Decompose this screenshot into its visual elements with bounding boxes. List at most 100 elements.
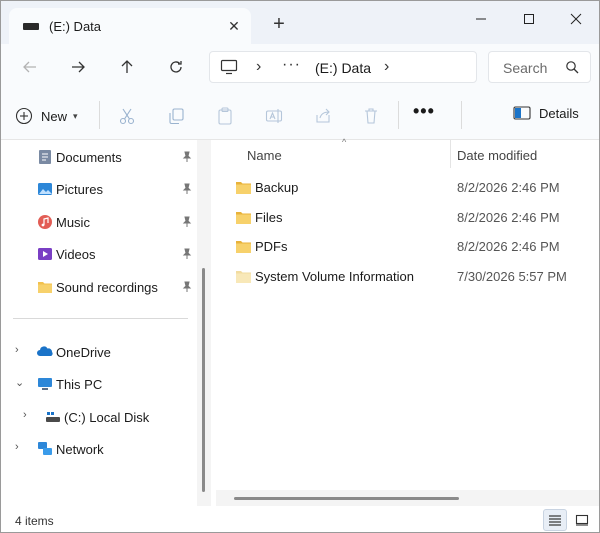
close-window-button[interactable] [556, 5, 596, 33]
tiles-view-icon [575, 514, 589, 526]
search-input[interactable]: Search [503, 60, 551, 76]
column-header-date-modified[interactable]: Date modified [457, 148, 537, 163]
tiles-view-button[interactable] [570, 509, 594, 531]
close-icon [570, 13, 582, 25]
tab-close-button[interactable]: ✕ [224, 16, 244, 36]
nav-scrollbar[interactable] [197, 140, 211, 506]
nav-item-onedrive[interactable]: › OneDrive [1, 337, 196, 367]
paste-button[interactable] [214, 105, 236, 127]
details-pane-icon [513, 106, 531, 120]
back-button[interactable] [15, 52, 45, 82]
pin-icon[interactable] [181, 248, 193, 260]
pin-icon[interactable] [181, 151, 193, 163]
nav-item-label: This PC [56, 377, 103, 392]
cut-button[interactable] [116, 105, 138, 127]
up-button[interactable] [112, 52, 142, 82]
breadcrumb-chevron-icon[interactable]: › [384, 58, 389, 76]
nav-item-label: Sound recordings [56, 280, 158, 295]
new-tab-button[interactable]: + [269, 14, 289, 35]
nav-item-music[interactable]: Music [1, 207, 196, 237]
folder-icon [236, 182, 251, 194]
navigation-bar: › ··· (E:) Data › Search [1, 44, 599, 90]
file-row[interactable]: System Volume Information 7/30/2026 5:57… [216, 261, 599, 291]
command-separator [398, 101, 399, 129]
nav-item-sound-recordings[interactable]: Sound recordings [1, 272, 196, 302]
nav-item-label: Pictures [56, 182, 103, 197]
file-row[interactable]: Files 8/2/2026 2:46 PM [216, 202, 599, 232]
nav-item-network[interactable]: › Network [1, 434, 196, 464]
chevron-right-icon[interactable]: › [15, 441, 19, 453]
nav-item-label: Network [56, 442, 104, 457]
forward-button[interactable] [63, 52, 93, 82]
nav-item-local-disk-c[interactable]: › (C:) Local Disk [1, 402, 196, 432]
breadcrumb-current-location[interactable]: (E:) Data [315, 60, 371, 76]
horizontal-scrollbar[interactable] [216, 490, 599, 506]
address-bar[interactable]: › ··· (E:) Data › [209, 51, 477, 83]
nav-scrollbar-thumb[interactable] [202, 268, 205, 492]
nav-item-videos[interactable]: Videos [1, 239, 196, 269]
pin-icon[interactable] [181, 183, 193, 195]
details-view-button[interactable] [543, 509, 567, 531]
chevron-down-icon[interactable]: ⌄ [15, 376, 24, 389]
file-row[interactable]: PDFs 8/2/2026 2:46 PM [216, 231, 599, 261]
nav-item-label: Documents [56, 150, 122, 165]
file-date-modified: 7/30/2026 5:57 PM [457, 269, 567, 284]
refresh-icon [170, 61, 182, 73]
this-pc-icon [38, 378, 52, 390]
chevron-right-icon[interactable]: › [23, 409, 27, 421]
maximize-icon [524, 14, 534, 24]
plus-circle-icon [15, 107, 33, 125]
pin-icon[interactable] [181, 216, 193, 228]
file-date-modified: 8/2/2026 2:46 PM [457, 210, 560, 225]
tab-title: (E:) Data [49, 19, 102, 34]
breadcrumb-overflow-button[interactable]: ··· [282, 56, 301, 74]
nav-item-pictures[interactable]: Pictures [1, 174, 196, 204]
more-options-button[interactable]: ••• [413, 101, 435, 122]
chevron-right-icon[interactable]: › [15, 344, 19, 356]
minimize-button[interactable] [461, 5, 501, 33]
file-name: Backup [255, 180, 299, 195]
file-date-modified: 8/2/2026 2:46 PM [457, 180, 560, 195]
column-separator[interactable] [450, 140, 451, 168]
details-pane-button[interactable]: Details [513, 105, 579, 121]
nav-item-documents[interactable]: Documents [1, 142, 196, 172]
file-row[interactable]: Backup 8/2/2026 2:46 PM [216, 172, 599, 202]
folder-hidden-icon [236, 271, 251, 283]
arrow-up-icon [121, 60, 133, 73]
column-header-name[interactable]: Name [247, 148, 282, 163]
nav-item-label: (C:) Local Disk [64, 410, 150, 425]
status-bar: 4 items [1, 506, 599, 532]
pictures-icon [38, 183, 52, 195]
maximize-button[interactable] [509, 5, 549, 33]
music-icon [38, 215, 52, 229]
command-separator [461, 101, 462, 129]
tab-e-data[interactable]: (E:) Data ✕ [9, 8, 251, 44]
copy-icon [169, 108, 184, 125]
copy-button[interactable] [165, 105, 187, 127]
pin-icon[interactable] [181, 281, 193, 293]
list-view-icon [549, 515, 561, 526]
share-icon [316, 108, 330, 123]
nav-item-this-pc[interactable]: ⌄ This PC [1, 369, 196, 399]
folder-icon [236, 212, 251, 224]
chevron-down-icon: ▾ [73, 110, 78, 121]
item-count: 4 items [15, 514, 54, 528]
arrow-right-icon [72, 61, 85, 73]
share-button[interactable] [312, 105, 334, 127]
breadcrumb-chevron-icon[interactable]: › [256, 58, 261, 76]
refresh-button[interactable] [161, 52, 191, 82]
file-name: PDFs [255, 239, 288, 254]
onedrive-icon [37, 346, 53, 356]
rename-button[interactable] [263, 105, 285, 127]
file-name: System Volume Information [255, 269, 414, 284]
arrow-left-icon [23, 61, 36, 73]
file-date-modified: 8/2/2026 2:46 PM [457, 239, 560, 254]
delete-button[interactable] [360, 105, 382, 127]
title-bar: (E:) Data ✕ + [1, 1, 599, 44]
search-box[interactable]: Search [488, 51, 591, 83]
trash-icon [365, 108, 377, 124]
file-explorer-window: (E:) Data ✕ + › ··· (E:) Data › Search N… [0, 0, 600, 533]
horizontal-scrollbar-thumb[interactable] [234, 497, 459, 500]
column-header-row: ^ Name Date modified [216, 137, 599, 170]
new-button[interactable]: New ▾ [15, 103, 78, 129]
